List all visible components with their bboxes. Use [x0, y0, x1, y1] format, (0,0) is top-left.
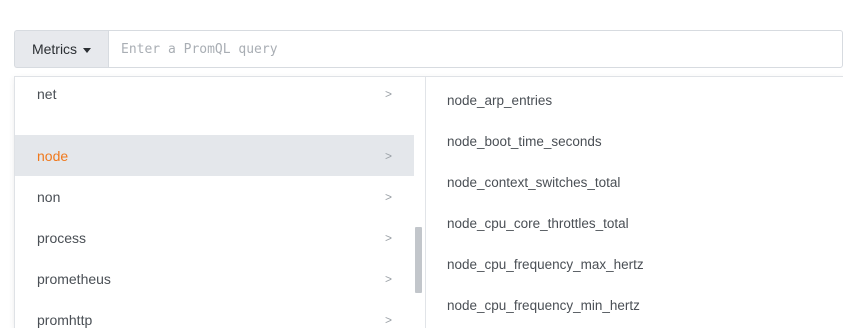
metric-item[interactable]: node_boot_time_seconds: [426, 121, 843, 162]
metrics-button-label: Metrics: [31, 41, 78, 57]
chevron-right-icon: >: [384, 230, 392, 245]
category-label: promhttp: [37, 311, 93, 328]
chevron-right-icon: >: [384, 189, 392, 204]
chevron-right-icon: >: [384, 86, 392, 101]
category-label: prometheus: [37, 270, 111, 287]
category-label: node: [37, 147, 69, 164]
metric-item[interactable]: node_cpu_core_throttles_total: [426, 203, 843, 244]
metrics-button[interactable]: Metrics: [14, 30, 108, 68]
category-item-process[interactable]: process >: [15, 217, 414, 258]
promql-query-input[interactable]: [108, 30, 843, 68]
category-item-promhttp[interactable]: promhttp >: [15, 299, 414, 328]
metrics-explorer: Metrics net > node > non > process >: [0, 0, 843, 328]
category-list: net > node > non > process > prometheus …: [15, 77, 425, 328]
category-item-non[interactable]: non >: [15, 176, 414, 217]
category-label: non: [37, 188, 61, 205]
category-label: net: [37, 85, 57, 102]
chevron-right-icon: >: [384, 312, 392, 327]
category-label: process: [37, 229, 87, 246]
chevron-right-icon: >: [384, 271, 392, 286]
metric-item[interactable]: node_cpu_frequency_min_hertz: [426, 285, 843, 326]
category-scrollbar-track[interactable]: [414, 77, 425, 328]
caret-down-icon: [83, 47, 92, 53]
category-item-node[interactable]: node >: [15, 135, 414, 176]
chevron-right-icon: >: [384, 148, 392, 163]
category-scrollbar-thumb[interactable]: [415, 227, 422, 293]
metric-item[interactable]: node_arp_entries: [426, 80, 843, 121]
metric-list: node_arp_entries node_boot_time_seconds …: [426, 77, 843, 328]
metrics-dropdown: net > node > non > process > prometheus …: [14, 76, 843, 328]
category-item-prometheus[interactable]: prometheus >: [15, 258, 414, 299]
metric-item[interactable]: node_context_switches_total: [426, 162, 843, 203]
query-bar: Metrics: [14, 30, 843, 68]
category-item-net[interactable]: net >: [15, 77, 414, 114]
metric-item[interactable]: node_cpu_frequency_max_hertz: [426, 244, 843, 285]
